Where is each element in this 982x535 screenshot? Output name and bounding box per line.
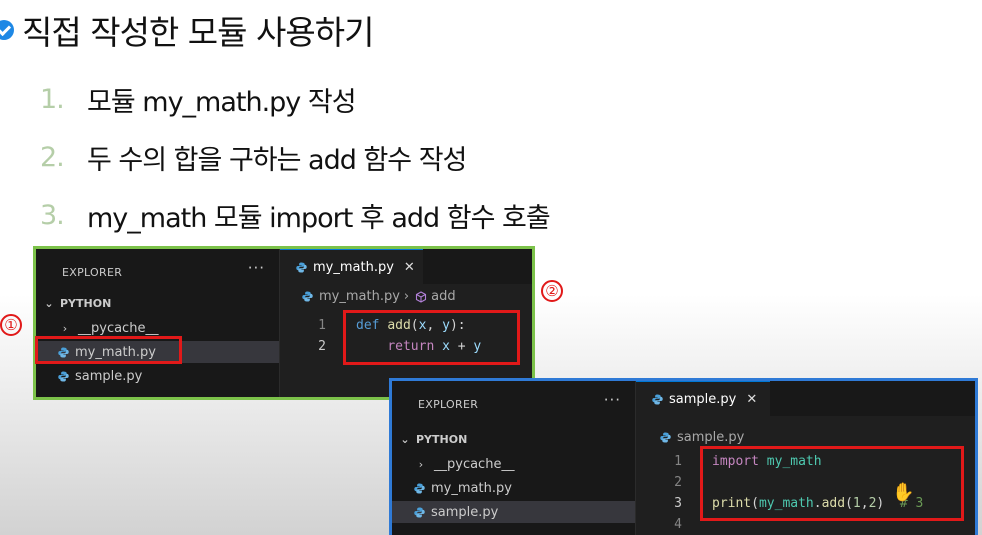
marker-two: ② [541,280,563,302]
breadcrumb-file[interactable]: my_math.py [319,289,400,304]
line-number: 2 [318,339,326,354]
chevron-right-icon: › [403,289,410,304]
line-number: 1 [318,318,326,333]
highlight-box-function [343,310,520,365]
tree-item-pycache[interactable]: › __pycache__ [392,453,635,475]
breadcrumb: my_math.py › add [302,289,456,304]
step-number: 3. [40,199,65,231]
check-icon [0,20,14,40]
tree-item-label: __pycache__ [78,320,159,336]
chevron-down-icon: ⌄ [44,296,54,310]
steps-list: 1. 모듈 my_math.py 작성 2. 두 수의 합을 구하는 add 함수 … [40,70,551,244]
python-file-icon [414,506,425,518]
tree-item-label: sample.py [431,504,499,520]
close-icon[interactable]: ✕ [746,392,757,407]
highlight-box-usage [700,446,964,521]
python-file-icon [302,291,313,302]
python-file-icon [414,482,425,494]
step-number: 2. [40,141,65,173]
step-number: 1. [40,83,65,115]
slide-title-row: 직접 작성한 모듈 사용하기 [0,8,374,52]
tab-label: sample.py [669,391,737,407]
tab-label: my_math.py [313,259,394,275]
python-file-icon [58,370,69,382]
method-cube-icon [416,290,427,303]
step-text: my_math 모듈 import 후 add 함수 호출 [87,202,551,234]
folder-python[interactable]: ⌄ PYTHON [392,428,635,450]
explorer-header: EXPLORER [418,398,479,411]
tree-item-label: sample.py [75,368,143,384]
python-file-icon [296,261,307,273]
folder-label: PYTHON [60,296,112,310]
chevron-right-icon: › [418,457,424,471]
tree-item-sample[interactable]: sample.py [392,501,635,523]
breadcrumb-symbol[interactable]: add [431,289,455,304]
breadcrumb: sample.py [660,430,744,445]
line-number: 4 [674,517,682,532]
tree-item-my-math[interactable]: my_math.py [392,477,635,499]
explorer-header: EXPLORER [62,266,123,279]
breadcrumb-file[interactable]: sample.py [677,430,744,445]
close-icon[interactable]: ✕ [404,260,415,275]
explorer-sidebar: EXPLORER ··· ⌄ PYTHON › __pycache__ my_m… [392,381,636,535]
slide-title: 직접 작성한 모듈 사용하기 [22,13,374,52]
highlight-box-file [35,336,182,364]
tab-my-math[interactable]: my_math.py ✕ [280,249,423,284]
step-item: 1. 모듈 my_math.py 작성 [40,70,550,128]
more-actions-icon[interactable]: ··· [604,391,621,409]
tab-bar: sample.py ✕ [636,381,975,416]
tree-item-label: __pycache__ [434,456,515,472]
hand-cursor-icon: ✋ [892,482,915,503]
folder-label: PYTHON [416,432,468,446]
line-number: 2 [674,475,682,490]
marker-one: ① [0,314,22,336]
tree-item-label: my_math.py [431,480,512,496]
chevron-right-icon: › [62,321,68,335]
tree-item-sample[interactable]: sample.py [36,365,279,387]
chevron-down-icon: ⌄ [400,432,410,446]
step-item: 3. my_math 모듈 import 후 add 함수 호출 [40,186,551,244]
more-actions-icon[interactable]: ··· [248,259,265,277]
explorer-sidebar: EXPLORER ··· ⌄ PYTHON › __pycache__ my_m… [36,249,280,397]
folder-python[interactable]: ⌄ PYTHON [36,292,279,314]
line-number: 3 [674,496,682,511]
python-file-icon [652,393,663,405]
tab-sample[interactable]: sample.py ✕ [636,381,770,416]
tab-bar: my_math.py ✕ [280,249,532,284]
step-text: 두 수의 합을 구하는 add 함수 작성 [87,144,467,176]
line-number: 1 [674,454,682,469]
step-text: 모듈 my_math.py 작성 [87,86,357,118]
step-item: 2. 두 수의 합을 구하는 add 함수 작성 [40,128,550,186]
python-file-icon [660,432,671,443]
